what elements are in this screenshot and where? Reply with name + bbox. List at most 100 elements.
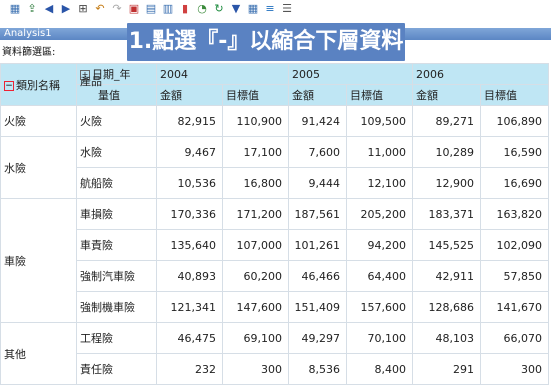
product-cell: 車損險	[76, 198, 157, 230]
measure-header: 金額	[156, 84, 223, 106]
table-row: 強制機車險 121,341 147,600 151,409 157,600 12…	[1, 291, 549, 323]
value-cell: 163,820	[480, 198, 549, 230]
analysis-title: Analysis1	[4, 28, 52, 39]
value-cell: 16,590	[480, 136, 549, 168]
value-cell: 8,400	[346, 353, 413, 385]
value-cell: 300	[480, 353, 549, 385]
table-row: 責任險 232 300 8,536 8,400 291 300	[1, 353, 549, 385]
toolbar: ▦ ⇪ ◀ ▶ ⊞ ↶ ↷ ▣ ▤ ▥ ▮ ◔ ↻ ▼ ▦ ≡ ☰	[0, 0, 551, 18]
value-cell: 12,100	[346, 167, 413, 199]
measure-header: 金額	[288, 84, 347, 106]
table-row: 強制汽車險 40,893 60,200 46,466 64,400 42,911…	[1, 260, 549, 292]
value-cell: 102,090	[480, 229, 549, 261]
value-cell: 128,686	[412, 291, 481, 323]
value-cell: 89,271	[412, 105, 481, 137]
table-icon[interactable]: ▤	[144, 2, 158, 16]
year-header-2005: 2005	[288, 63, 413, 85]
table-row: 車險 車損險 170,336 171,200 187,561 205,200 1…	[0, 198, 549, 323]
value-cell: 60,200	[222, 260, 289, 292]
value-cell: 8,536	[288, 353, 347, 385]
properties-icon[interactable]: ☰	[280, 2, 294, 16]
value-cell: 46,475	[156, 322, 223, 354]
product-cell: 責任險	[76, 353, 157, 385]
measure-values-label: 量值	[98, 89, 120, 102]
value-cell: 145,525	[412, 229, 481, 261]
value-cell: 171,200	[222, 198, 289, 230]
value-cell: 11,000	[346, 136, 413, 168]
table-row: 火險 火險 82,915 110,900 91,424 109,500 89,2…	[0, 105, 549, 137]
product-cell: 車責險	[76, 229, 157, 261]
value-cell: 232	[156, 353, 223, 385]
redo-icon[interactable]: ↷	[110, 2, 124, 16]
value-cell: 9,444	[288, 167, 347, 199]
product-cell: 水險	[76, 136, 157, 168]
product-cell: 強制汽車險	[76, 260, 157, 292]
value-cell: 107,000	[222, 229, 289, 261]
product-cell: 火險	[76, 105, 157, 137]
measure-header: 金額	[412, 84, 481, 106]
table-row: 車責險 135,640 107,000 101,261 94,200 145,5…	[1, 229, 549, 261]
export-icon[interactable]: ⇪	[25, 2, 39, 16]
value-cell: 66,070	[480, 322, 549, 354]
category-cell: 其他	[0, 322, 77, 385]
instruction-callout: 1.點選『-』以縮合下層資料	[127, 23, 405, 61]
next-icon[interactable]: ▶	[59, 2, 73, 16]
value-cell: 110,900	[222, 105, 289, 137]
measure-header: 目標值	[222, 84, 289, 106]
value-cell: 10,536	[156, 167, 223, 199]
filter-area-label: 資料篩選區:	[2, 47, 56, 58]
value-cell: 291	[412, 353, 481, 385]
value-cell: 151,409	[288, 291, 347, 323]
value-cell: 135,640	[156, 229, 223, 261]
grid-settings-icon[interactable]: ▦	[246, 2, 260, 16]
category-header-label: 類別名稱	[16, 78, 60, 92]
product-header-label: 產品	[80, 75, 102, 88]
value-cell: 157,600	[346, 291, 413, 323]
value-cell: 91,424	[288, 105, 347, 137]
value-cell: 109,500	[346, 105, 413, 137]
value-cell: 70,100	[346, 322, 413, 354]
filter-icon[interactable]: ▼	[229, 2, 243, 16]
value-cell: 183,371	[412, 198, 481, 230]
category-header[interactable]: − 類別名稱	[0, 63, 77, 106]
value-cell: 10,289	[412, 136, 481, 168]
category-cell: 車險	[0, 198, 77, 323]
value-cell: 9,467	[156, 136, 223, 168]
value-cell: 170,336	[156, 198, 223, 230]
database-icon[interactable]: ≡	[263, 2, 277, 16]
value-cell: 16,690	[480, 167, 549, 199]
value-cell: 94,200	[346, 229, 413, 261]
collapse-toggle-icon[interactable]: −	[4, 80, 14, 91]
measure-header: 目標值	[346, 84, 413, 106]
product-cell: 工程險	[76, 322, 157, 354]
hierarchy-icon[interactable]: ⊞	[76, 2, 90, 16]
value-cell: 101,261	[288, 229, 347, 261]
layout-icon[interactable]: ▥	[161, 2, 175, 16]
year-header-2006: 2006	[412, 63, 549, 85]
value-cell: 46,466	[288, 260, 347, 292]
value-cell: 16,800	[222, 167, 289, 199]
value-cell: 82,915	[156, 105, 223, 137]
value-cell: 121,341	[156, 291, 223, 323]
value-cell: 17,100	[222, 136, 289, 168]
chart-icon[interactable]: ▣	[127, 2, 141, 16]
value-cell: 40,893	[156, 260, 223, 292]
bar-chart-icon[interactable]: ▮	[178, 2, 192, 16]
value-cell: 69,100	[222, 322, 289, 354]
pivot-table: − 類別名稱 + 日期_年 2004 2005 2006 產品 量值 金額 目標值 …	[0, 63, 549, 385]
prev-icon[interactable]: ◀	[42, 2, 56, 16]
value-cell: 42,911	[412, 260, 481, 292]
category-cell: 火險	[0, 105, 77, 137]
value-cell: 7,600	[288, 136, 347, 168]
pie-chart-icon[interactable]: ◔	[195, 2, 209, 16]
grid-icon[interactable]: ▦	[8, 2, 22, 16]
value-cell: 141,670	[480, 291, 549, 323]
year-header-2004: 2004	[156, 63, 289, 85]
category-cell: 水險	[0, 136, 77, 199]
refresh-icon[interactable]: ↻	[212, 2, 226, 16]
value-cell: 64,400	[346, 260, 413, 292]
table-row: 其他 工程險 46,475 69,100 49,297 70,100 48,10…	[0, 322, 549, 385]
value-cell: 48,103	[412, 322, 481, 354]
undo-icon[interactable]: ↶	[93, 2, 107, 16]
value-cell: 187,561	[288, 198, 347, 230]
